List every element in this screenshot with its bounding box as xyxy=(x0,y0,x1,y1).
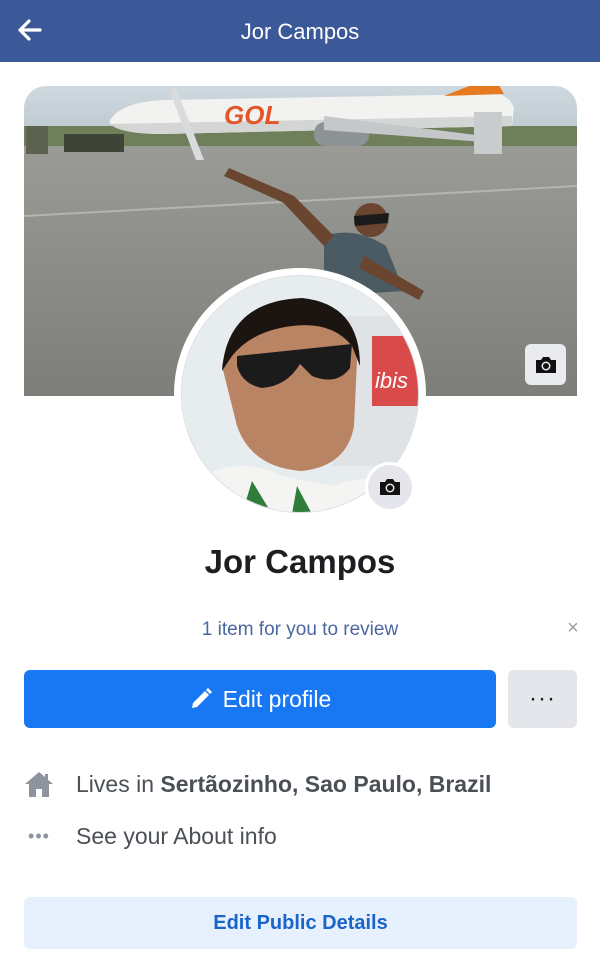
avatar-camera-button[interactable] xyxy=(365,462,415,512)
avatar-sign-text: ibis xyxy=(375,368,408,393)
app-header: Jor Campos xyxy=(0,0,600,62)
page-title: Jor Campos xyxy=(240,19,360,44)
cover-photo-camera-button[interactable] xyxy=(525,344,566,385)
lives-in-text: Lives in Sertãozinho, Sao Paulo, Brazil xyxy=(76,770,492,797)
lives-in-row: Lives in Sertãozinho, Sao Paulo, Brazil xyxy=(24,768,491,800)
about-info-link[interactable]: See your About info xyxy=(76,823,277,850)
pencil-icon xyxy=(191,688,212,708)
edit-profile-button[interactable]: Edit profile xyxy=(24,670,496,728)
more-dots-icon: ••• xyxy=(28,825,50,846)
edit-public-details-label: Edit Public Details xyxy=(213,911,388,934)
edit-public-details-button[interactable]: Edit Public Details xyxy=(24,897,577,949)
about-info-row[interactable]: ••• See your About info xyxy=(24,820,277,852)
edit-profile-label: Edit profile xyxy=(222,685,332,712)
cover-logo-text: GOL xyxy=(224,100,280,130)
more-options-button[interactable]: ··· xyxy=(508,670,577,728)
camera-icon xyxy=(380,479,400,495)
review-items-link[interactable]: 1 item for you to review xyxy=(0,619,600,641)
camera-icon xyxy=(535,356,556,373)
home-icon xyxy=(24,769,54,799)
profile-name: Jor Campos xyxy=(204,543,396,580)
lives-in-place: Sertãozinho, Sao Paulo, Brazil xyxy=(160,770,492,797)
review-dismiss-button[interactable]: × xyxy=(563,617,583,641)
